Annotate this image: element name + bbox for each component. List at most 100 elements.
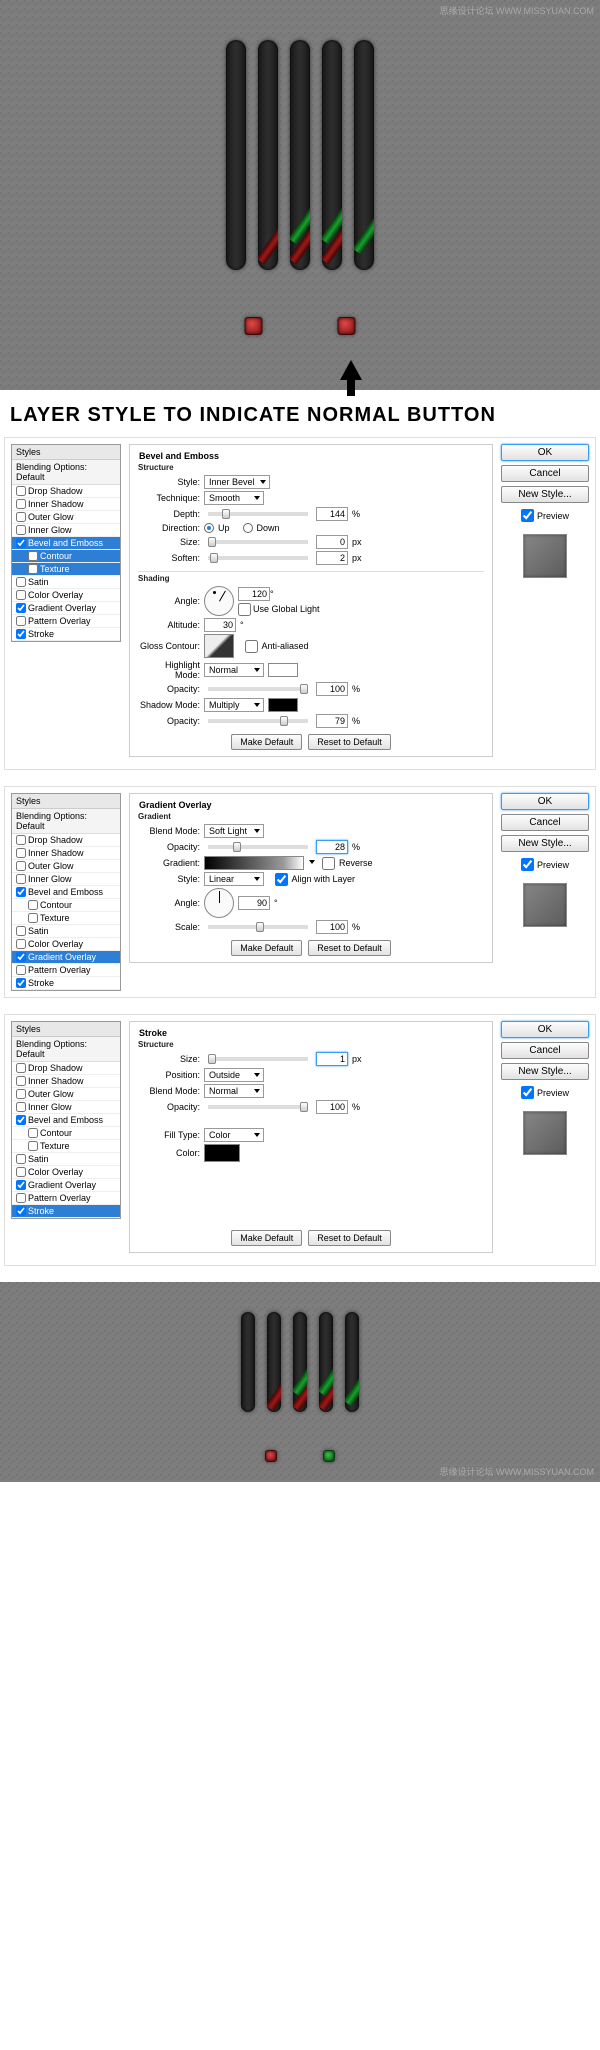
stroke-color[interactable] xyxy=(204,1144,240,1162)
cancel-button[interactable]: Cancel xyxy=(501,465,589,482)
style-checkbox[interactable] xyxy=(16,486,26,496)
stroke-size-input[interactable] xyxy=(316,1052,348,1066)
shadow-mode-dropdown[interactable]: Multiply xyxy=(204,698,264,712)
scale-input[interactable] xyxy=(316,920,348,934)
gradient-opacity-slider[interactable] xyxy=(208,845,308,849)
style-checkbox[interactable] xyxy=(16,926,26,936)
style-checkbox[interactable] xyxy=(16,1167,26,1177)
style-checkbox[interactable] xyxy=(16,603,26,613)
style-checkbox[interactable] xyxy=(28,913,38,923)
hl-opacity-input[interactable] xyxy=(316,682,348,696)
style-checkbox[interactable] xyxy=(16,590,26,600)
style-item-stroke[interactable]: Stroke xyxy=(12,1205,120,1218)
style-item-bevel-and-emboss[interactable]: Bevel and Emboss xyxy=(12,537,120,550)
style-checkbox[interactable] xyxy=(16,525,26,535)
style-checkbox[interactable] xyxy=(28,900,38,910)
style-item-gradient-overlay[interactable]: Gradient Overlay xyxy=(12,602,120,615)
fill-type-dropdown[interactable]: Color xyxy=(204,1128,264,1142)
altitude-input[interactable] xyxy=(204,618,236,632)
align-checkbox[interactable] xyxy=(275,873,288,886)
style-checkbox[interactable] xyxy=(16,965,26,975)
style-checkbox[interactable] xyxy=(16,512,26,522)
style-item-satin[interactable]: Satin xyxy=(12,1153,120,1166)
blending-options[interactable]: Blending Options: Default xyxy=(12,460,120,485)
style-checkbox[interactable] xyxy=(16,848,26,858)
sh-opacity-slider[interactable] xyxy=(208,719,308,723)
sh-opacity-input[interactable] xyxy=(316,714,348,728)
style-item-pattern-overlay[interactable]: Pattern Overlay xyxy=(12,964,120,977)
style-checkbox[interactable] xyxy=(16,1063,26,1073)
soften-slider[interactable] xyxy=(208,556,308,560)
style-item-outer-glow[interactable]: Outer Glow xyxy=(12,1088,120,1101)
preview-checkbox[interactable] xyxy=(521,509,534,522)
style-item-stroke[interactable]: Stroke xyxy=(12,628,120,641)
bevel-style-dropdown[interactable]: Inner Bevel xyxy=(204,475,270,489)
gradient-blend-dropdown[interactable]: Soft Light xyxy=(204,824,264,838)
style-checkbox[interactable] xyxy=(16,835,26,845)
style-checkbox[interactable] xyxy=(16,861,26,871)
style-checkbox[interactable] xyxy=(16,887,26,897)
highlight-mode-dropdown[interactable]: Normal xyxy=(204,663,264,677)
size-slider[interactable] xyxy=(208,540,308,544)
style-checkbox[interactable] xyxy=(16,616,26,626)
style-item-inner-shadow[interactable]: Inner Shadow xyxy=(12,847,120,860)
style-checkbox[interactable] xyxy=(16,499,26,509)
scale-slider[interactable] xyxy=(208,925,308,929)
direction-down-radio[interactable] xyxy=(243,523,253,533)
reverse-checkbox[interactable] xyxy=(322,857,335,870)
cancel-button[interactable]: Cancel xyxy=(501,814,589,831)
style-checkbox[interactable] xyxy=(16,577,26,587)
new-style-button[interactable]: New Style... xyxy=(501,835,589,852)
style-checkbox[interactable] xyxy=(16,1076,26,1086)
angle-control[interactable] xyxy=(204,586,234,616)
reset-default-button[interactable]: Reset to Default xyxy=(308,940,391,956)
shadow-color[interactable] xyxy=(268,698,298,712)
style-checkbox[interactable] xyxy=(16,538,26,548)
preview-checkbox[interactable] xyxy=(521,858,534,871)
make-default-button[interactable]: Make Default xyxy=(231,940,302,956)
style-checkbox[interactable] xyxy=(16,939,26,949)
style-checkbox[interactable] xyxy=(16,1089,26,1099)
style-item-outer-glow[interactable]: Outer Glow xyxy=(12,860,120,873)
new-style-button[interactable]: New Style... xyxy=(501,1063,589,1080)
stroke-size-slider[interactable] xyxy=(208,1057,308,1061)
style-item-bevel-and-emboss[interactable]: Bevel and Emboss xyxy=(12,1114,120,1127)
highlight-color[interactable] xyxy=(268,663,298,677)
style-checkbox[interactable] xyxy=(28,564,38,574)
style-item-contour[interactable]: Contour xyxy=(12,1127,120,1140)
reset-default-button[interactable]: Reset to Default xyxy=(308,734,391,750)
style-checkbox[interactable] xyxy=(28,1128,38,1138)
new-style-button[interactable]: New Style... xyxy=(501,486,589,503)
style-item-contour[interactable]: Contour xyxy=(12,550,120,563)
style-item-outer-glow[interactable]: Outer Glow xyxy=(12,511,120,524)
hl-opacity-slider[interactable] xyxy=(208,687,308,691)
style-checkbox[interactable] xyxy=(16,1154,26,1164)
style-item-satin[interactable]: Satin xyxy=(12,576,120,589)
style-item-inner-shadow[interactable]: Inner Shadow xyxy=(12,1075,120,1088)
style-item-color-overlay[interactable]: Color Overlay xyxy=(12,1166,120,1179)
style-item-inner-glow[interactable]: Inner Glow xyxy=(12,873,120,886)
style-item-texture[interactable]: Texture xyxy=(12,912,120,925)
soften-input[interactable] xyxy=(316,551,348,565)
reset-default-button[interactable]: Reset to Default xyxy=(308,1230,391,1246)
angle-input[interactable] xyxy=(238,587,270,601)
size-input[interactable] xyxy=(316,535,348,549)
style-checkbox[interactable] xyxy=(16,629,26,639)
gradient-style-dropdown[interactable]: Linear xyxy=(204,872,264,886)
stroke-position-dropdown[interactable]: Outside xyxy=(204,1068,264,1082)
gradient-swatch[interactable] xyxy=(204,856,304,870)
style-checkbox[interactable] xyxy=(16,1102,26,1112)
style-item-inner-glow[interactable]: Inner Glow xyxy=(12,1101,120,1114)
anti-aliased-checkbox[interactable] xyxy=(245,640,258,653)
gradient-angle-input[interactable] xyxy=(238,896,270,910)
style-checkbox[interactable] xyxy=(16,1180,26,1190)
gloss-contour[interactable] xyxy=(204,634,234,658)
depth-slider[interactable] xyxy=(208,512,308,516)
style-item-gradient-overlay[interactable]: Gradient Overlay xyxy=(12,1179,120,1192)
style-item-texture[interactable]: Texture xyxy=(12,563,120,576)
style-item-inner-shadow[interactable]: Inner Shadow xyxy=(12,498,120,511)
style-checkbox[interactable] xyxy=(16,1193,26,1203)
direction-up-radio[interactable] xyxy=(204,523,214,533)
style-item-pattern-overlay[interactable]: Pattern Overlay xyxy=(12,615,120,628)
style-item-inner-glow[interactable]: Inner Glow xyxy=(12,524,120,537)
